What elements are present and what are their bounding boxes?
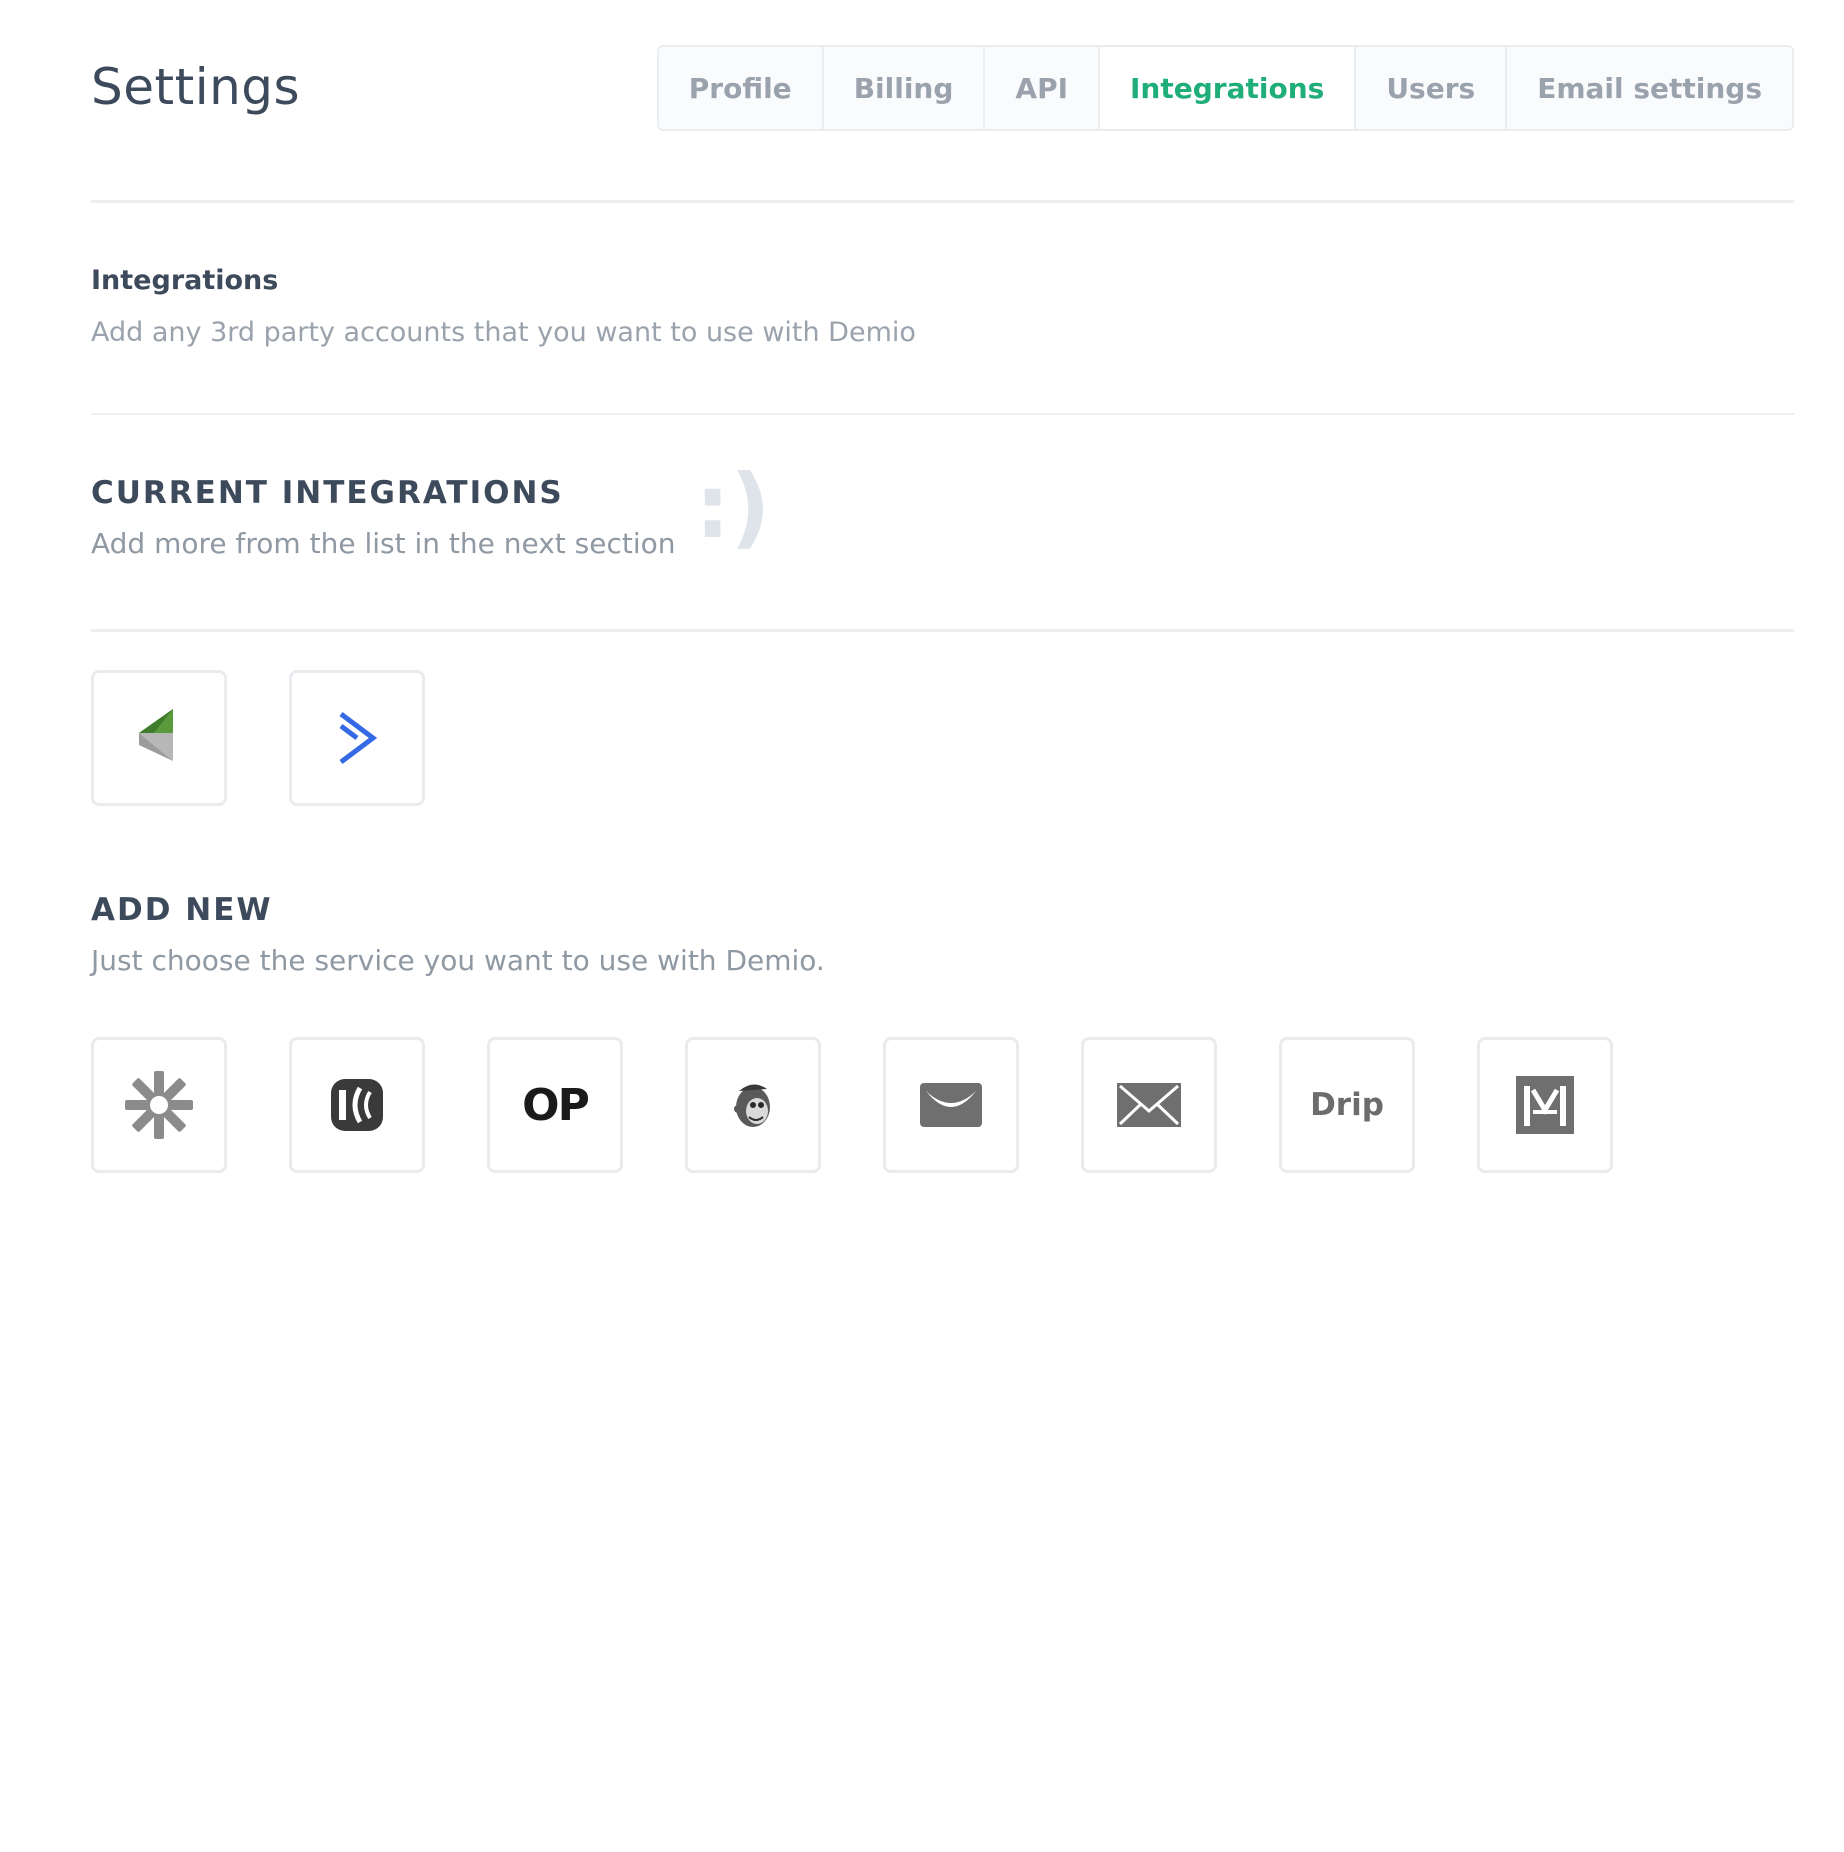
section-subtitle-add-new: Just choose the service you want to use … [91, 944, 825, 977]
add-integration-card[interactable] [883, 1037, 1019, 1173]
add-integration-card[interactable] [1081, 1037, 1217, 1173]
add-integration-card[interactable]: OP [487, 1037, 623, 1173]
settings-tabs: Profile Billing API Integrations Users E… [656, 45, 1794, 131]
tab-email-settings[interactable]: Email settings [1505, 47, 1792, 129]
section-title-integrations: Integrations [91, 265, 279, 296]
add-integration-card[interactable] [685, 1037, 821, 1173]
tab-users[interactable]: Users [1354, 47, 1505, 129]
add-integration-card[interactable]: Drip [1279, 1037, 1415, 1173]
integration-lists: ADD NEW Just choose the service you want… [91, 632, 1794, 1852]
ontraport-icon: OP [522, 1079, 590, 1131]
integrations-intro: Integrations Add any 3rd party accounts … [91, 203, 1794, 413]
convertkit-icon [331, 1079, 383, 1131]
add-integration-card[interactable] [1477, 1037, 1613, 1173]
getresponse-icon [920, 1083, 982, 1127]
drip-icon: Drip [1310, 1087, 1384, 1123]
add-integration-card[interactable] [91, 1037, 227, 1173]
tab-api[interactable]: API [983, 47, 1098, 129]
email-icon [1117, 1083, 1181, 1127]
zapier-icon [125, 1071, 193, 1139]
add-integration-card[interactable] [289, 1037, 425, 1173]
settings-page: Settings Profile Billing API Integration… [91, 0, 1794, 1852]
tab-billing[interactable]: Billing [821, 47, 984, 129]
section-title-current: CURRENT INTEGRATIONS [91, 475, 564, 511]
smiley-decoration: :) [695, 455, 771, 558]
mailchimp-icon [734, 1084, 770, 1127]
add-new-list: OP Drip [91, 1037, 1613, 1173]
current-integration-card[interactable] [289, 670, 425, 806]
section-subtitle-current: Add more from the list in the next secti… [91, 527, 676, 560]
page-title: Settings [91, 58, 301, 116]
tab-integrations[interactable]: Integrations [1098, 47, 1355, 129]
settings-header: Settings Profile Billing API Integration… [91, 0, 1794, 200]
current-integrations-list [91, 670, 425, 806]
maropost-icon [1516, 1076, 1574, 1134]
current-integration-card[interactable] [91, 670, 227, 806]
activecampaign-icon [339, 712, 378, 764]
tab-profile[interactable]: Profile [659, 47, 822, 129]
current-integrations-header: CURRENT INTEGRATIONS Add more from the l… [91, 415, 1794, 629]
section-title-add-new: ADD NEW [91, 892, 273, 928]
section-subtitle-integrations: Add any 3rd party accounts that you want… [91, 317, 916, 348]
infusionsoft-icon [139, 709, 173, 761]
